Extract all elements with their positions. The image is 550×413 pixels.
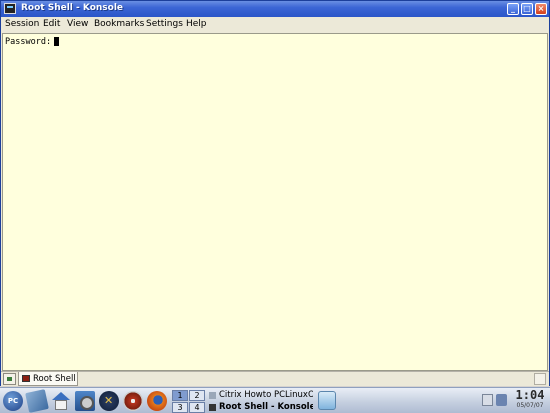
task-list: Citrix Howto PCLinuxOS Root Shell - Kons… (208, 390, 313, 413)
desktop-1[interactable]: 1 (172, 390, 188, 401)
volume-icon[interactable] (496, 394, 507, 406)
clock-date: 05/07/07 (516, 402, 544, 409)
task-label: Root Shell - Konsole (219, 402, 313, 412)
clock[interactable]: 1:04 05/07/07 (512, 389, 548, 413)
menu-settings[interactable]: Settings (146, 19, 183, 29)
terminal-icon (22, 375, 30, 382)
new-tab-button[interactable] (3, 373, 16, 385)
desktop-2[interactable]: 2 (189, 390, 205, 401)
close-tab-button[interactable] (534, 373, 546, 385)
konsole-app-icon[interactable] (4, 3, 16, 14)
task-label: Citrix Howto PCLinuxOS (219, 390, 313, 400)
task-citrix-howto[interactable]: Citrix Howto PCLinuxOS (208, 390, 313, 401)
taskbar: PC 1 2 3 4 Citrix Howto PCLinuxOS Root S… (0, 387, 550, 413)
task-root-shell[interactable]: Root Shell - Konsole (208, 402, 313, 413)
maximize-button[interactable]: □ (521, 3, 533, 15)
start-menu-button[interactable]: PC (3, 391, 23, 411)
network-icon[interactable] (482, 394, 493, 406)
system-tray (480, 391, 510, 411)
media-player-icon[interactable] (123, 391, 143, 411)
password-prompt: Password: (5, 37, 52, 47)
close-button[interactable]: × (535, 3, 547, 15)
desktop-4[interactable]: 4 (189, 402, 205, 413)
mail-icon[interactable] (25, 389, 49, 413)
tools-icon[interactable] (99, 391, 119, 411)
desktop-pager: 1 2 3 4 (172, 390, 206, 413)
control-center-icon[interactable] (75, 391, 95, 411)
konsole-window: Root Shell - Konsole _ □ × Session Edit … (0, 0, 550, 386)
tab-bar: Root Shell (1, 371, 549, 386)
menu-edit[interactable]: Edit (43, 19, 60, 29)
desktop-3[interactable]: 3 (172, 402, 188, 413)
tab-root-shell[interactable]: Root Shell (18, 372, 78, 386)
home-icon[interactable] (51, 391, 71, 411)
firefox-icon[interactable] (147, 391, 167, 411)
tab-label: Root Shell (33, 374, 76, 384)
menu-session[interactable]: Session (5, 19, 39, 29)
text-cursor (54, 37, 59, 46)
terminal-area[interactable]: Password: (2, 33, 548, 371)
title-bar[interactable]: Root Shell - Konsole _ □ × (1, 1, 549, 17)
window-title: Root Shell - Konsole (21, 3, 124, 13)
menu-bar: Session Edit View Bookmarks Settings Hel… (1, 17, 549, 32)
document-icon (209, 392, 216, 399)
terminal-icon (209, 404, 216, 411)
clock-time: 1:04 (515, 388, 545, 402)
menu-help[interactable]: Help (186, 19, 207, 29)
clipboard-icon[interactable] (318, 391, 336, 410)
menu-view[interactable]: View (67, 19, 88, 29)
minimize-button[interactable]: _ (507, 3, 519, 15)
menu-bookmarks[interactable]: Bookmarks (94, 19, 144, 29)
